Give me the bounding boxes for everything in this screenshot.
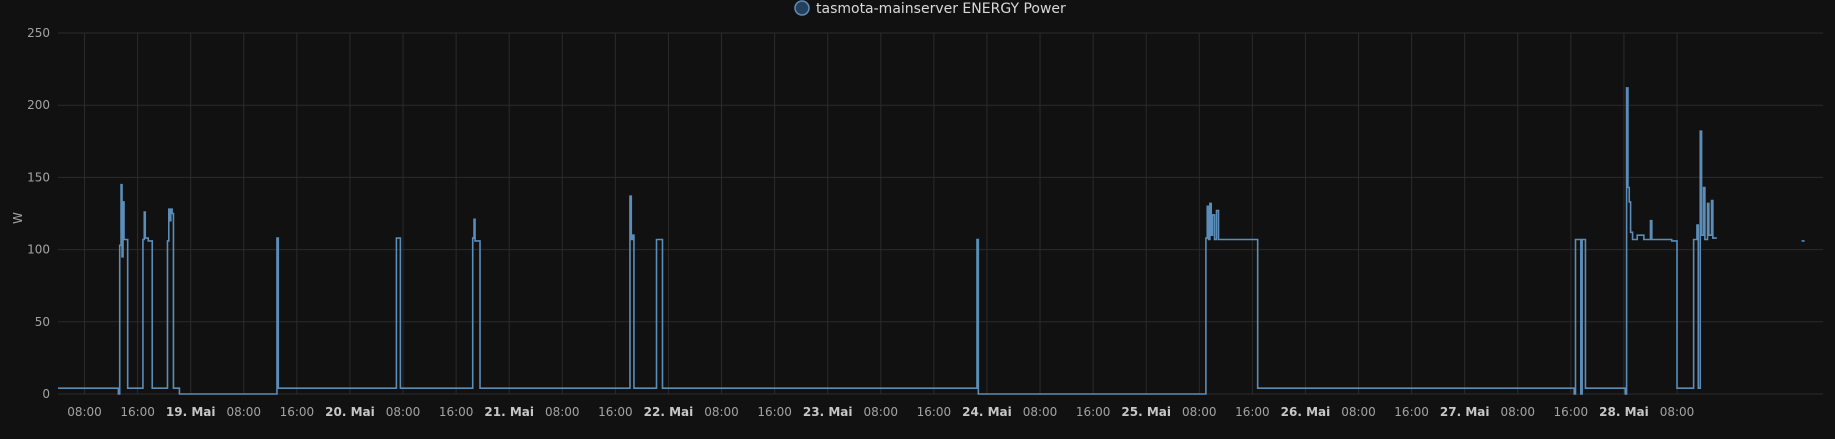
y-axis-ticks: 0 50 100 150 200 250 xyxy=(27,26,50,401)
x-tick-label: 08:00 xyxy=(1660,405,1695,419)
y-axis-label: W xyxy=(11,212,25,224)
y-tick-label: 100 xyxy=(27,243,50,257)
grid xyxy=(58,32,1823,395)
chart-panel: tasmota-mainserver ENERGY Power W 0 50 100… xyxy=(0,0,1835,439)
x-tick-label: 08:00 xyxy=(67,405,102,419)
x-tick-label: 26. Mai xyxy=(1281,405,1331,419)
x-tick-label: 20. Mai xyxy=(325,405,375,419)
power-line-chart: tasmota-mainserver ENERGY Power W 0 50 100… xyxy=(11,0,1823,419)
x-tick-label: 16:00 xyxy=(120,405,155,419)
x-tick-label: 22. Mai xyxy=(644,405,694,419)
legend-swatch xyxy=(794,0,810,16)
x-tick-label: 23. Mai xyxy=(803,405,853,419)
x-tick-label: 24. Mai xyxy=(962,405,1012,419)
series-layer xyxy=(58,87,1805,395)
y-tick-label: 250 xyxy=(27,26,50,40)
x-tick-label: 28. Mai xyxy=(1599,405,1649,419)
x-tick-label: 16:00 xyxy=(917,405,952,419)
x-tick-label: 25. Mai xyxy=(1121,405,1171,419)
y-tick-label: 0 xyxy=(42,387,50,401)
x-tick-label: 08:00 xyxy=(863,405,898,419)
x-tick-label: 08:00 xyxy=(1023,405,1058,419)
x-axis-ticks: 08:00 16:00 19. Mai 08:00 16:00 20. Mai 08:00 1… xyxy=(67,405,1694,419)
x-tick-label: 21. Mai xyxy=(484,405,534,419)
x-tick-label: 27. Mai xyxy=(1440,405,1490,419)
x-tick-label: 08:00 xyxy=(704,405,739,419)
series-line xyxy=(58,87,1717,395)
x-tick-label: 16:00 xyxy=(1394,405,1429,419)
y-tick-label: 150 xyxy=(27,170,50,184)
x-tick-label: 16:00 xyxy=(1076,405,1111,419)
x-tick-label: 08:00 xyxy=(1500,405,1535,419)
x-tick-label: 08:00 xyxy=(545,405,580,419)
legend[interactable]: tasmota-mainserver ENERGY Power xyxy=(794,0,1066,17)
x-tick-label: 08:00 xyxy=(1341,405,1376,419)
x-tick-label: 16:00 xyxy=(757,405,792,419)
legend-label: tasmota-mainserver ENERGY Power xyxy=(816,1,1066,17)
x-tick-label: 08:00 xyxy=(386,405,421,419)
x-tick-label: 16:00 xyxy=(1235,405,1270,419)
x-tick-label: 16:00 xyxy=(439,405,474,419)
y-tick-label: 200 xyxy=(27,98,50,112)
x-tick-label: 08:00 xyxy=(226,405,261,419)
x-tick-label: 16:00 xyxy=(598,405,633,419)
y-tick-label: 50 xyxy=(35,315,50,329)
x-tick-label: 16:00 xyxy=(280,405,315,419)
x-tick-label: 16:00 xyxy=(1554,405,1589,419)
x-tick-label: 08:00 xyxy=(1182,405,1217,419)
x-tick-label: 19. Mai xyxy=(166,405,216,419)
